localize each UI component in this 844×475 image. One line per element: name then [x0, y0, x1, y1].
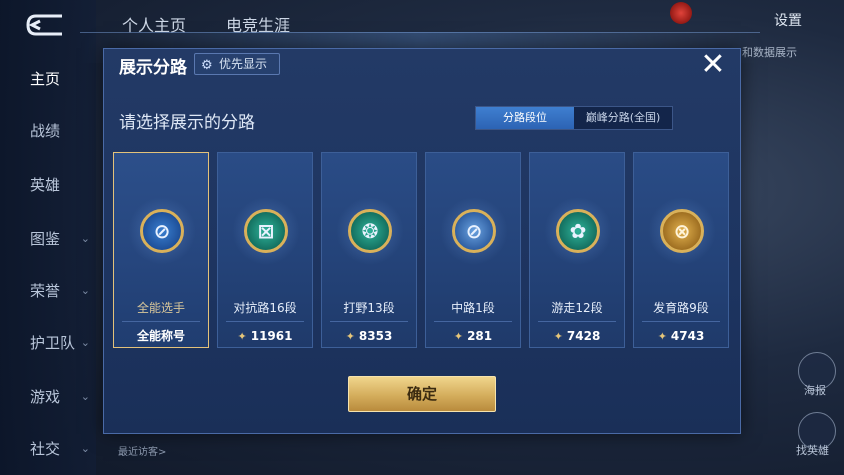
divider: [330, 321, 408, 322]
lane-card-label: 发育路9段: [653, 301, 709, 315]
sidebar-item-label: 战绩: [30, 122, 61, 140]
lane-card-value: 8353: [358, 329, 393, 343]
divider: [538, 321, 616, 322]
sidebar-item[interactable]: 图鉴 ⌄: [0, 224, 96, 254]
lane-card-value: 7428: [566, 329, 601, 343]
lane-card[interactable]: ⊠ 对抗路16段 ✦ 11961: [217, 152, 313, 348]
rank-score-icon: ✦: [453, 330, 464, 343]
lane-card[interactable]: ✿ 游走12段 ✦ 7428: [529, 152, 625, 348]
priority-display-label: 优先显示: [219, 57, 268, 71]
all-round-icon: ⊘: [140, 209, 184, 253]
rank-score-icon: ✦: [237, 330, 247, 343]
lane-card-footer: ✦ 281: [426, 325, 520, 347]
lane-card[interactable]: ⊗ 发育路9段 ✦ 4743: [633, 152, 729, 348]
sidebar-item-label: 护卫队: [30, 334, 76, 352]
chevron-down-icon: ⌄: [80, 232, 90, 245]
roam-icon: ✿: [556, 209, 600, 253]
recent-visitor-link[interactable]: 最近访客>: [118, 443, 166, 458]
poster-label: 海报: [804, 384, 826, 397]
settings-button[interactable]: 设置: [774, 10, 802, 30]
rank-score-icon: ✦: [553, 330, 563, 343]
lane-card-value: 11961: [250, 329, 293, 343]
chevron-down-icon: ⌄: [80, 390, 90, 403]
priority-display-button[interactable]: ⚙ 优先显示: [194, 53, 280, 75]
sidebar-item-label: 图鉴: [30, 230, 61, 248]
dialog-subtitle: 请选择展示的分路: [119, 113, 255, 133]
sidebar-item-label: 主页: [30, 70, 61, 88]
segment-lane-rank[interactable]: 分路段位: [476, 107, 574, 129]
find-hero-label: 找英雄: [796, 444, 829, 457]
chevron-down-icon: ⌄: [80, 336, 90, 349]
divider: [642, 321, 720, 322]
lane-card-value: 全能称号: [136, 329, 185, 343]
chevron-down-icon: ⌄: [80, 442, 90, 455]
close-button[interactable]: ✕: [696, 48, 730, 82]
divider: [226, 321, 304, 322]
sidebar-item-label: 英雄: [30, 176, 61, 194]
rank-score-icon: ✦: [345, 330, 355, 343]
lane-card-label: 游走12段: [551, 301, 603, 315]
lane-card-label: 对抗路16段: [233, 301, 297, 315]
lane-filter-toggle: 分路段位 巅峰分路(全国): [475, 106, 673, 130]
dialog-title: 展示分路: [119, 58, 187, 78]
divider: [122, 321, 200, 322]
clash-lane-icon: ⊠: [244, 209, 288, 253]
sidebar-item[interactable]: 游戏 ⌄: [0, 382, 96, 412]
gear-icon: ⚙: [201, 58, 213, 73]
lane-card-footer: 全能称号: [114, 325, 208, 347]
sidebar-item[interactable]: 护卫队 ⌄: [0, 328, 96, 358]
back-arrow-icon[interactable]: [22, 12, 70, 38]
divider: [434, 321, 512, 322]
segment-peak-lane-national[interactable]: 巅峰分路(全国): [574, 107, 672, 129]
lane-card-label: 中路1段: [451, 301, 495, 315]
jungle-icon: ❂: [348, 209, 392, 253]
lane-card[interactable]: ⊘ 全能选手全能称号: [113, 152, 209, 348]
lane-card-value: 4743: [670, 329, 705, 343]
lane-card-label: 打野13段: [343, 301, 395, 315]
left-navigation: 主页战绩英雄图鉴 ⌄ 荣誉 ⌄ 护卫队 ⌄ 游戏 ⌄ 社交 ⌄: [0, 0, 96, 475]
lane-card-label: 全能选手: [136, 301, 185, 315]
sidebar-item[interactable]: 社交 ⌄: [0, 434, 96, 464]
sidebar-item[interactable]: 荣誉 ⌄: [0, 276, 96, 306]
farm-lane-icon: ⊗: [660, 209, 704, 253]
confirm-button[interactable]: 确定: [348, 376, 496, 412]
sidebar-item[interactable]: 英雄: [0, 170, 96, 200]
sidebar-item-label: 荣誉: [30, 282, 61, 300]
vip-badge-icon[interactable]: [670, 2, 692, 24]
sidebar-item-label: 游戏: [30, 388, 61, 406]
chevron-down-icon: ⌄: [80, 284, 90, 297]
mid-lane-icon: ⊘: [452, 209, 496, 253]
lane-card[interactable]: ❂ 打野13段 ✦ 8353: [321, 152, 417, 348]
sidebar-item-label: 社交: [30, 440, 61, 458]
rank-score-icon: ✦: [657, 330, 667, 343]
lane-card[interactable]: ⊘ 中路1段 ✦ 281: [425, 152, 521, 348]
lane-card-footer: ✦ 8353: [322, 325, 416, 347]
lane-card-footer: ✦ 11961: [218, 325, 312, 347]
sidebar-item[interactable]: 主页: [0, 64, 96, 94]
lane-card-value: 281: [467, 329, 493, 343]
lane-card-footer: ✦ 7428: [530, 325, 624, 347]
lane-card-footer: ✦ 4743: [634, 325, 728, 347]
sidebar-item[interactable]: 战绩: [0, 116, 96, 146]
